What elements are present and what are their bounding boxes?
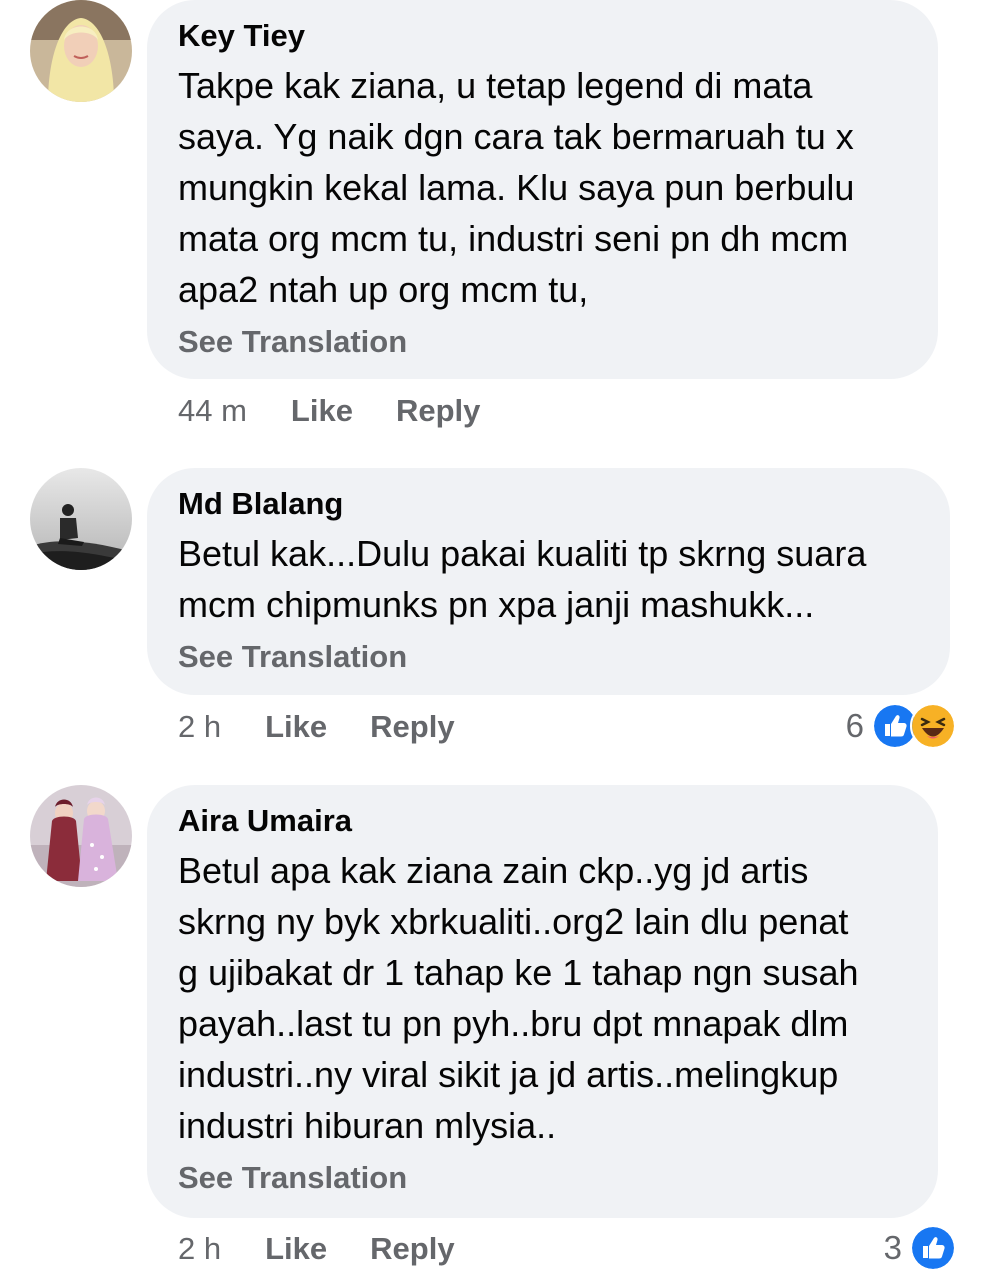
reply-button[interactable]: Reply xyxy=(370,1231,454,1267)
comment-bubble: Md Blalang Betul kak...Dulu pakai kualit… xyxy=(147,468,950,695)
see-translation-link[interactable]: See Translation xyxy=(178,1158,908,1198)
comment-text: Takpe kak ziana, u tetap legend di mata … xyxy=(178,65,855,310)
comment-bubble: Aira Umaira Betul apa kak ziana zain ckp… xyxy=(147,785,938,1218)
comment-time[interactable]: 44 m xyxy=(178,393,247,429)
like-button[interactable]: Like xyxy=(265,709,327,745)
reaction-count: 3 xyxy=(883,1229,902,1266)
reaction-summary[interactable]: 6 xyxy=(845,703,956,749)
comment-author[interactable]: Key Tiey xyxy=(178,16,908,56)
see-translation-link[interactable]: See Translation xyxy=(178,637,920,677)
reaction-count: 6 xyxy=(845,707,864,744)
comment-bubble: Key Tiey Takpe kak ziana, u tetap legend… xyxy=(147,0,938,379)
comment-meta: 2 h Like Reply xyxy=(178,707,498,747)
like-button[interactable]: Like xyxy=(265,1231,327,1267)
comment-text: Betul kak...Dulu pakai kualiti tp skrng … xyxy=(178,533,867,625)
comment-text: Betul apa kak ziana zain ckp..yg jd arti… xyxy=(178,850,859,1146)
comment-meta: 2 h Like Reply xyxy=(178,1229,498,1269)
see-translation-link[interactable]: See Translation xyxy=(178,322,908,362)
avatar[interactable] xyxy=(30,0,132,102)
reaction-summary[interactable]: 3 xyxy=(883,1225,956,1271)
comment-meta: 44 m Like Reply xyxy=(178,391,523,431)
comment-time[interactable]: 2 h xyxy=(178,1231,221,1267)
reply-button[interactable]: Reply xyxy=(370,709,454,745)
like-button[interactable]: Like xyxy=(291,393,353,429)
comment-time[interactable]: 2 h xyxy=(178,709,221,745)
like-icon xyxy=(910,1225,956,1271)
comment-author[interactable]: Md Blalang xyxy=(178,484,920,524)
avatar[interactable] xyxy=(30,785,132,887)
avatar[interactable] xyxy=(30,468,132,570)
comment-author[interactable]: Aira Umaira xyxy=(178,801,908,841)
reply-button[interactable]: Reply xyxy=(396,393,480,429)
haha-icon xyxy=(910,703,956,749)
